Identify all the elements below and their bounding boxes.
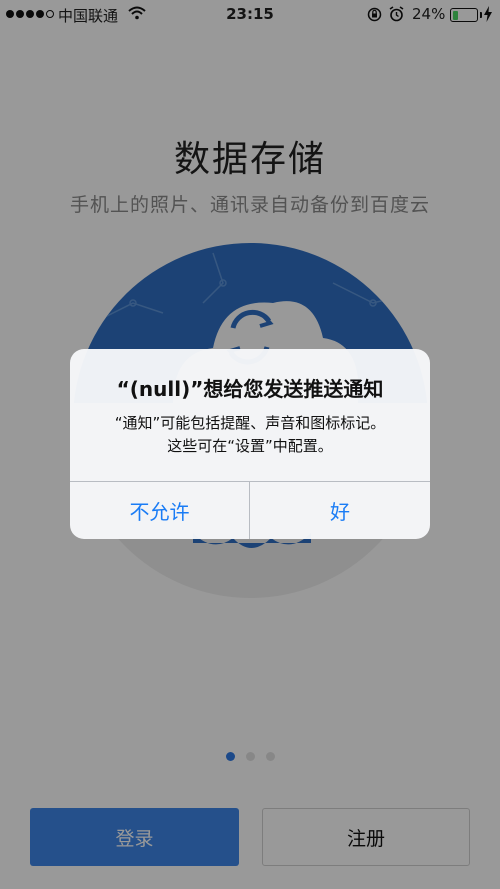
alert-message-line-2: 这些可在“设置”中配置。	[167, 437, 333, 455]
push-notification-alert: “(null)”想给您发送推送通知 “通知”可能包括提醒、声音和图标标记。 这些…	[70, 349, 430, 539]
alert-message-line-1: “通知”可能包括提醒、声音和图标标记。	[114, 414, 386, 432]
allow-button[interactable]: 好	[250, 482, 430, 539]
alert-message: “通知”可能包括提醒、声音和图标标记。 这些可在“设置”中配置。	[82, 412, 418, 458]
alert-title: “(null)”想给您发送推送通知	[116, 377, 384, 401]
deny-button[interactable]: 不允许	[70, 482, 249, 539]
